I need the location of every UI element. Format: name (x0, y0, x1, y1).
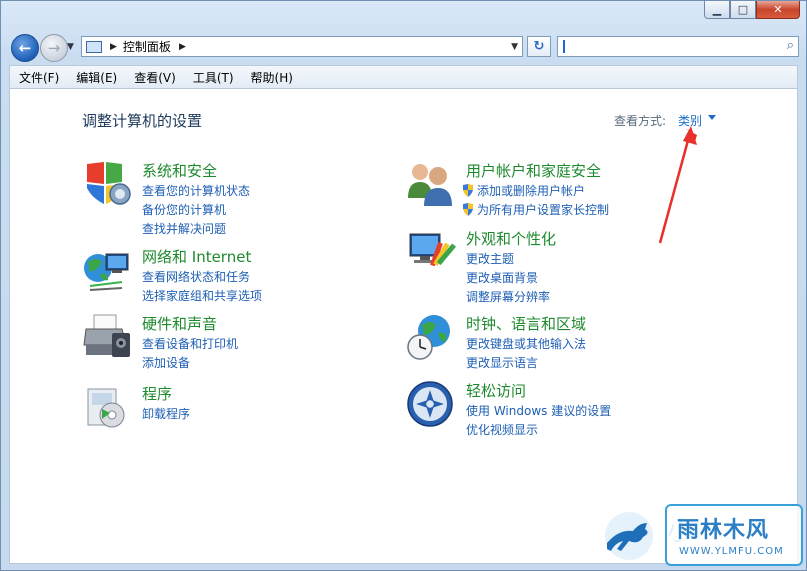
refresh-button[interactable]: ↻ (527, 36, 551, 57)
menu-edit[interactable]: 编辑(E) (67, 69, 125, 86)
category-title[interactable]: 外观和个性化 (466, 228, 556, 249)
category-title[interactable]: 时钟、语言和区域 (466, 313, 586, 334)
maximize-button[interactable]: □ (730, 1, 756, 19)
address-dropdown-icon[interactable]: ▼ (511, 42, 518, 52)
address-bar[interactable]: ▶ 控制面板 ▶ ▼ (81, 36, 523, 57)
category-title[interactable]: 用户帐户和家庭安全 (466, 160, 601, 181)
content-pane: 调整计算机的设置 查看方式: 类别 系统和安全 查看您的计算机状态 备份您的计算… (9, 88, 798, 564)
category-title[interactable]: 程序 (142, 383, 172, 404)
category-title[interactable]: 网络和 Internet (142, 246, 251, 267)
watermark-url: WWW.YLMFU.COM (679, 546, 784, 557)
printer-icon[interactable] (82, 313, 132, 361)
category-link-text[interactable]: 添加或删除用户帐户 (477, 184, 585, 198)
uac-shield-icon (463, 203, 473, 216)
navigation-bar: ← → ▼ ▶ 控制面板 ▶ ▼ ↻ ⌕ (1, 31, 806, 63)
text-caret (563, 40, 565, 53)
menu-file[interactable]: 文件(F) (10, 69, 67, 86)
minimize-icon: ▁ (712, 3, 722, 16)
annotation-arrow-icon (658, 126, 697, 244)
category-link[interactable]: 调整屏幕分辨率 (466, 288, 550, 305)
menu-bar: 文件(F) 编辑(E) 查看(V) 工具(T) 帮助(H) (9, 65, 798, 88)
caption-buttons: ▁ □ ✕ (704, 1, 800, 21)
ease-of-access-icon[interactable] (406, 380, 456, 428)
watermark-brand: 雨林木风 (677, 518, 770, 543)
uac-shield-icon (463, 184, 473, 197)
category-link[interactable]: 更改显示语言 (466, 354, 538, 371)
watermark-badge: 雨林木风 WWW.YLMFU.COM (665, 504, 803, 566)
refresh-icon: ↻ (533, 39, 545, 54)
forward-button[interactable]: → (40, 34, 68, 62)
category-link-text[interactable]: 为所有用户设置家长控制 (477, 203, 609, 217)
category-link[interactable]: 更改桌面背景 (466, 269, 538, 286)
horse-logo-icon (605, 512, 653, 560)
category-link[interactable]: 备份您的计算机 (142, 201, 226, 218)
category-link[interactable]: 查找并解决问题 (142, 220, 226, 237)
category-link[interactable]: 更改主题 (466, 250, 514, 267)
breadcrumb-separator-icon[interactable]: ▶ (179, 42, 186, 52)
search-input[interactable]: ⌕ (557, 36, 799, 57)
minimize-button[interactable]: ▁ (704, 1, 730, 19)
category-link[interactable]: 查看您的计算机状态 (142, 182, 250, 199)
maximize-icon: □ (737, 3, 749, 16)
users-icon[interactable] (406, 160, 456, 208)
back-button[interactable]: ← (11, 34, 39, 62)
menu-tools[interactable]: 工具(T) (184, 69, 242, 86)
shield-icon[interactable] (82, 160, 132, 208)
category-link[interactable]: 使用 Windows 建议的设置 (466, 402, 611, 419)
back-arrow-icon: ← (18, 39, 32, 57)
category-link[interactable]: 选择家庭组和共享选项 (142, 287, 262, 304)
category-link[interactable]: 查看网络状态和任务 (142, 268, 250, 285)
category-link[interactable]: 为所有用户设置家长控制 (462, 201, 609, 218)
clock-globe-icon[interactable] (406, 313, 456, 361)
close-button[interactable]: ✕ (756, 1, 800, 19)
programs-icon[interactable] (82, 383, 132, 431)
category-link[interactable]: 添加设备 (142, 354, 190, 371)
close-icon: ✕ (773, 3, 783, 16)
breadcrumb-separator-icon[interactable]: ▶ (110, 42, 117, 52)
category-title[interactable]: 系统和安全 (142, 160, 217, 181)
breadcrumb-control-panel[interactable]: 控制面板 (123, 38, 171, 55)
appearance-monitor-icon[interactable] (406, 228, 456, 276)
page-title: 调整计算机的设置 (82, 112, 203, 130)
category-title[interactable]: 硬件和声音 (142, 313, 217, 334)
menu-view[interactable]: 查看(V) (125, 69, 184, 86)
category-link[interactable]: 优化视频显示 (466, 421, 538, 438)
forward-arrow-icon: → (47, 39, 61, 57)
category-link[interactable]: 查看设备和打印机 (142, 335, 238, 352)
network-globe-icon[interactable] (82, 246, 132, 294)
category-link[interactable]: 更改键盘或其他输入法 (466, 335, 586, 352)
category-title[interactable]: 轻松访问 (466, 380, 526, 401)
category-link[interactable]: 卸载程序 (142, 405, 190, 422)
menu-help[interactable]: 帮助(H) (242, 69, 301, 86)
control-panel-window: ▁ □ ✕ ← → ▼ ▶ 控制面板 ▶ ▼ ↻ ⌕ 文件(F) 编辑(E) 查… (0, 0, 807, 571)
recent-pages-dropdown-icon[interactable]: ▼ (67, 42, 74, 52)
view-by-dropdown-arrow-icon[interactable] (708, 115, 716, 120)
search-icon[interactable]: ⌕ (787, 38, 794, 53)
category-link[interactable]: 添加或删除用户帐户 (462, 182, 585, 199)
control-panel-icon (86, 40, 102, 53)
